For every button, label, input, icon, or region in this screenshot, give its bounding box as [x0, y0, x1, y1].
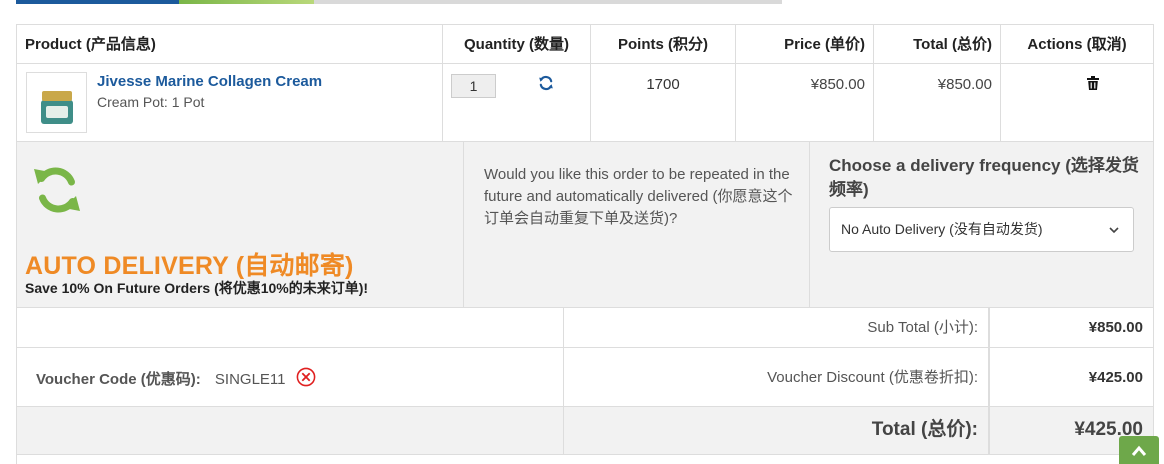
- grand-total-row: Total (总价): ¥425.00: [17, 407, 1153, 455]
- auto-delivery-question: Would you like this order to be repeated…: [464, 142, 810, 308]
- header-quantity: Quantity (数量): [443, 25, 591, 64]
- shopping-cart-table: Product (产品信息) Quantity (数量) Points (积分)…: [16, 24, 1154, 464]
- cart-item-row: Jivesse Marine Collagen Cream Cream Pot:…: [17, 64, 1153, 142]
- auto-delivery-panel: AUTO DELIVERY (自动邮寄) Save 10% On Future …: [17, 142, 1153, 308]
- product-variant: Cream Pot: 1 Pot: [97, 94, 205, 110]
- header-product: Product (产品信息): [17, 25, 443, 64]
- subtotal-row: Sub Total (小计): ¥850.00: [17, 308, 1153, 348]
- checkout-progress-bar: [16, 0, 782, 4]
- auto-delivery-refresh-icon: [34, 167, 80, 213]
- header-total: Total (总价): [874, 25, 1001, 64]
- price-value: ¥850.00: [736, 64, 874, 142]
- order-totals: Sub Total (小计): ¥850.00 Voucher Code (优惠…: [17, 308, 1153, 464]
- scroll-to-top-button[interactable]: [1119, 436, 1159, 464]
- chevron-down-icon: [1109, 227, 1119, 234]
- points-value: 1700: [591, 64, 736, 142]
- product-cell: Jivesse Marine Collagen Cream Cream Pot:…: [17, 64, 443, 142]
- voucher-code-value: SINGLE11: [214, 371, 286, 388]
- subtotal-value: ¥850.00: [989, 308, 1153, 347]
- progress-segment-current: [179, 0, 314, 4]
- actions-cell: [1001, 64, 1153, 142]
- subtotal-label: Sub Total (小计):: [564, 308, 989, 347]
- voucher-row: Voucher Code (优惠码): SINGLE11 Voucher Dis…: [17, 348, 1153, 407]
- auto-delivery-subtitle: Save 10% On Future Orders (将优惠10%的未来订单)!: [25, 280, 369, 296]
- grand-total-label: Total (总价):: [564, 407, 989, 454]
- scroll-to-top-icon: [1131, 445, 1147, 456]
- voucher-discount-label: Voucher Discount (优惠卷折扣):: [564, 348, 989, 406]
- quantity-input[interactable]: 1: [451, 74, 496, 98]
- voucher-cell: Voucher Code (优惠码): SINGLE11: [17, 348, 564, 406]
- delivery-frequency-section: Choose a delivery frequency (选择发货频率) No …: [810, 142, 1153, 308]
- cart-header-row: Product (产品信息) Quantity (数量) Points (积分)…: [17, 25, 1153, 64]
- header-price: Price (单价): [736, 25, 874, 64]
- header-points: Points (积分): [591, 25, 736, 64]
- delivery-frequency-select[interactable]: No Auto Delivery (没有自动发货): [829, 207, 1134, 252]
- progress-segment-done: [16, 0, 179, 4]
- product-thumbnail[interactable]: [26, 72, 87, 133]
- auto-delivery-title: AUTO DELIVERY (自动邮寄): [25, 252, 354, 280]
- trash-icon[interactable]: [1087, 76, 1099, 90]
- header-actions: Actions (取消): [1027, 36, 1127, 53]
- remove-voucher-icon[interactable]: [296, 367, 316, 387]
- refresh-icon[interactable]: [538, 75, 554, 91]
- voucher-discount-value: ¥425.00: [989, 348, 1153, 406]
- line-total-value: ¥850.00: [874, 64, 1001, 142]
- voucher-code-label: Voucher Code (优惠码):: [36, 371, 201, 388]
- progress-segment-pending: [314, 0, 782, 4]
- auto-delivery-promo: AUTO DELIVERY (自动邮寄) Save 10% On Future …: [17, 142, 464, 308]
- delivery-frequency-label: Choose a delivery frequency (选择发货频率): [829, 156, 1139, 199]
- quantity-cell: 1: [443, 64, 591, 142]
- product-name-link[interactable]: Jivesse Marine Collagen Cream: [97, 73, 322, 90]
- delivery-frequency-selected: No Auto Delivery (没有自动发货): [841, 221, 1043, 237]
